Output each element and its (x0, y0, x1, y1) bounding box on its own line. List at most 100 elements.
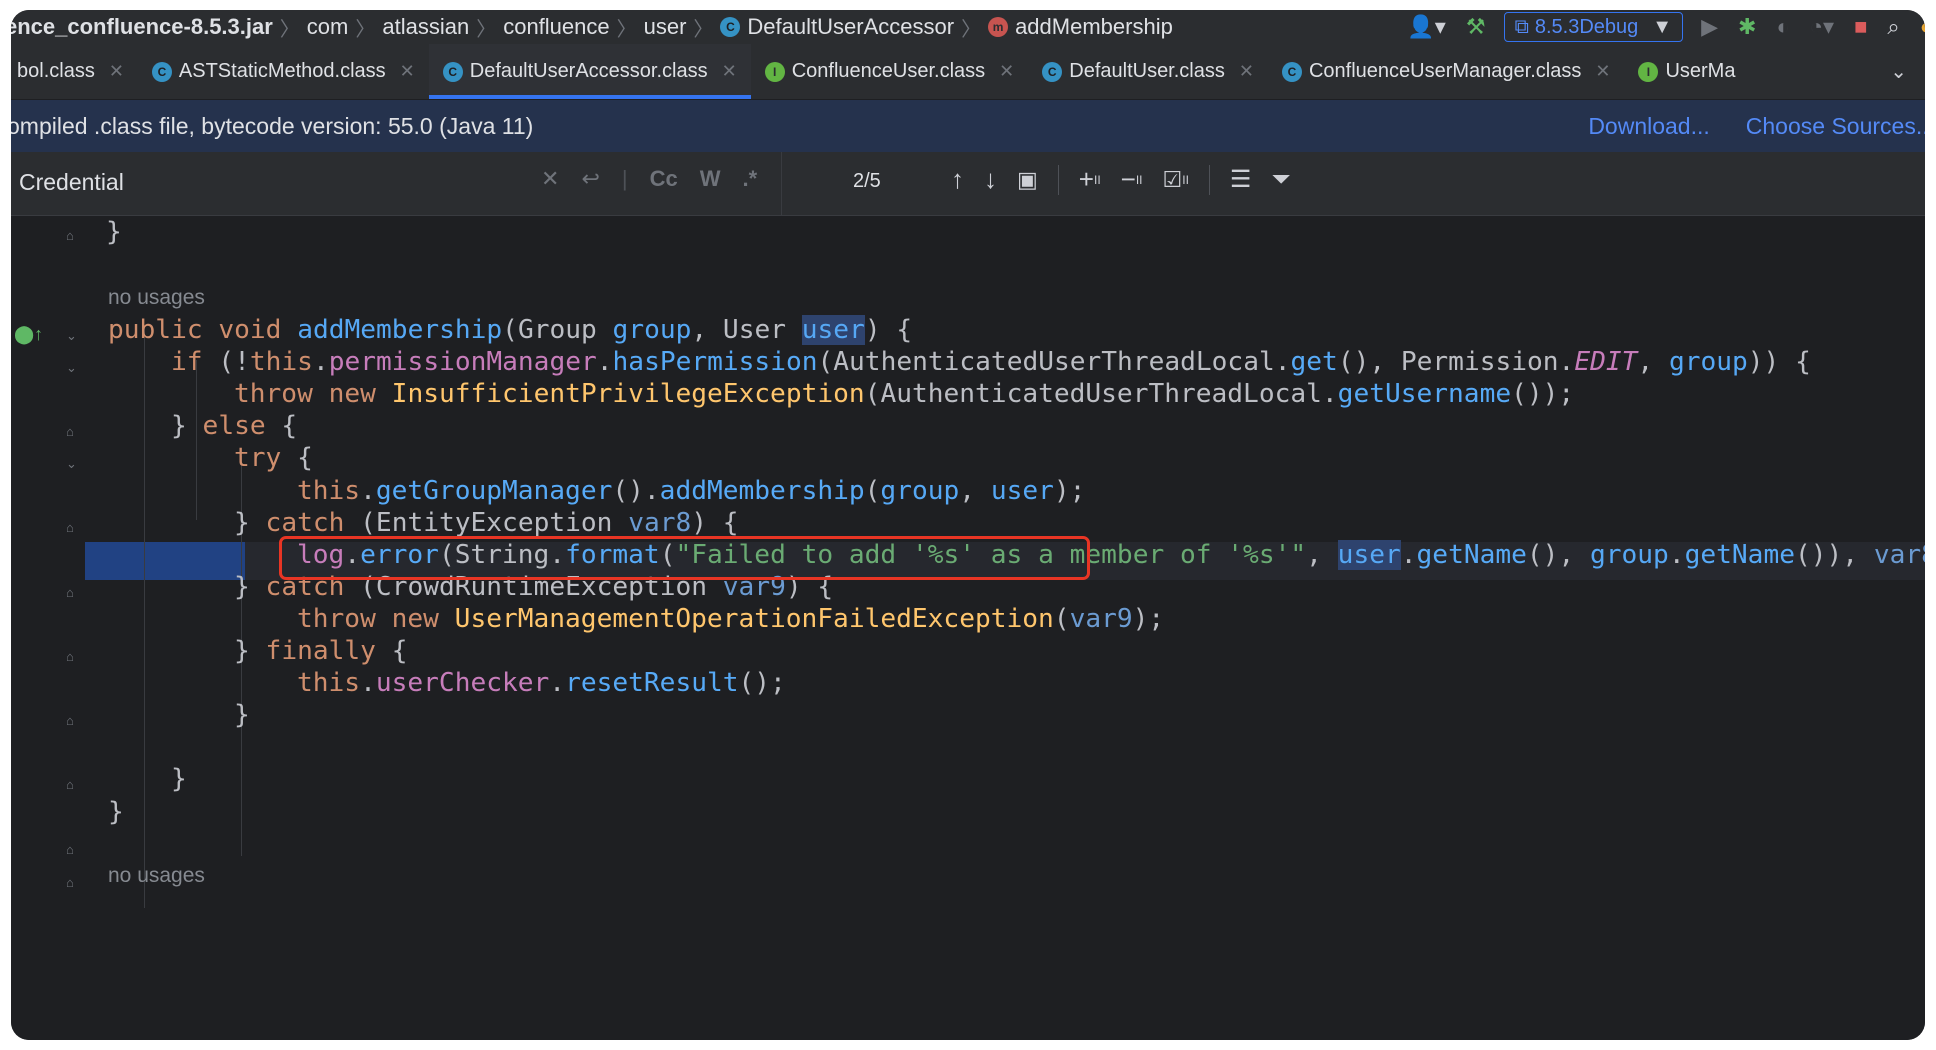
ide-window: ence_confluence-8.5.3.jar 〉 com 〉 atlass… (11, 10, 1925, 1040)
tab-label: ASTStaticMethod.class (178, 60, 386, 82)
toolbar-separator: | (621, 166, 628, 191)
match-case-toggle[interactable]: Cc (650, 166, 678, 192)
highlight-annotation-box (279, 536, 1090, 580)
navigation-bar: ence_confluence-8.5.3.jar 〉 com 〉 atlass… (11, 10, 1925, 45)
class-icon: C (1281, 61, 1302, 82)
choose-sources-link[interactable]: Choose Sources... (1746, 113, 1925, 140)
code-line: } (171, 764, 187, 794)
code-line: } (106, 217, 122, 247)
tab-defaultuseraccessor-class[interactable]: C DefaultUserAccessor.class ✕ (428, 44, 751, 99)
tab-aststaticmethod-class[interactable]: C ASTStaticMethod.class ✕ (138, 44, 429, 99)
breadcrumb-jar[interactable]: ence_confluence-8.5.3.jar (11, 14, 273, 40)
close-icon[interactable]: ✕ (1239, 61, 1254, 82)
code-line: this.userChecker.resetResult(); (297, 668, 786, 698)
run-icon[interactable]: ▶ (1701, 14, 1718, 40)
breadcrumb-method-label: addMembership (1015, 14, 1173, 39)
search-context-icon[interactable]: ☰ (1230, 165, 1252, 194)
breadcrumb-package-atlassian[interactable]: atlassian (382, 14, 469, 40)
class-icon: C (442, 61, 463, 82)
tab-userma[interactable]: I UserMa (1624, 44, 1749, 99)
tab-confluenceusermanager-class[interactable]: C ConfluenceUserManager.class ✕ (1268, 44, 1624, 99)
tabs-overflow-chevron-icon[interactable]: ⌄ (1872, 44, 1925, 99)
breadcrumb-class-label: DefaultUserAccessor (747, 14, 955, 39)
coverage-icon[interactable]: ◐ (1776, 14, 1789, 40)
chevron-right-icon: 〉 (693, 18, 714, 41)
open-in-window-icon[interactable]: ▣ (1017, 167, 1038, 193)
tab-confluenceuser-class[interactable]: I ConfluenceUser.class ✕ (751, 44, 1029, 99)
code-line: throw new UserManagementOperationFailedE… (297, 604, 1165, 634)
method-name: addMembership (297, 315, 503, 345)
breadcrumb-class[interactable]: C DefaultUserAccessor (720, 14, 954, 40)
chevron-right-icon: 〉 (961, 18, 982, 41)
usage-hint: no usages (108, 864, 205, 887)
interface-icon: I (1638, 61, 1659, 82)
search-options: ✕ ↩ | Cc W .* (541, 166, 779, 192)
regex-toggle[interactable]: .* (742, 166, 757, 192)
select-all-occurrences-icon[interactable]: ☑ II (1163, 167, 1189, 193)
tab-label: ConfluenceUser.class (791, 60, 986, 82)
find-bar: ✕ ↩ | Cc W .* 2/5 ↑ ↓ ▣ +II −II ☑II ☰ ⏷ (11, 152, 1925, 216)
breadcrumb-method[interactable]: m addMembership (988, 14, 1173, 40)
breadcrumb-package-confluence[interactable]: confluence (503, 14, 609, 40)
breadcrumb-package-user[interactable]: user (644, 14, 687, 40)
editor-tabs: bol.class ✕ C ASTStaticMethod.class ✕ C … (11, 44, 1925, 100)
history-icon[interactable]: ↩ (581, 166, 599, 192)
update-icon[interactable]: ● (1920, 14, 1925, 40)
separator (1057, 164, 1059, 195)
tab-label: DefaultUser.class (1069, 60, 1225, 82)
clear-icon[interactable]: ✕ (541, 166, 559, 192)
debug-config-icon: ⧉ (1514, 15, 1529, 38)
search-input[interactable] (17, 168, 441, 197)
run-configuration-label: 8.5.3Debug (1534, 15, 1639, 38)
user-dropdown-icon[interactable]: 👤▾ (1407, 14, 1445, 40)
code-line: throw new InsufficientPrivilegeException… (234, 379, 1575, 409)
breadcrumb: ence_confluence-8.5.3.jar 〉 com 〉 atlass… (11, 10, 1173, 44)
filter-icon[interactable]: ⏷ (1271, 166, 1290, 194)
debug-icon[interactable]: ✱ (1738, 14, 1756, 40)
download-sources-link[interactable]: Download... (1588, 113, 1709, 140)
tab-label: ConfluenceUserManager.class (1308, 60, 1582, 82)
close-icon[interactable]: ✕ (109, 61, 124, 82)
breadcrumb-package-com[interactable]: com (307, 14, 349, 40)
separator (1208, 164, 1210, 195)
tab-label: DefaultUserAccessor.class (469, 60, 708, 82)
close-icon[interactable]: ✕ (400, 61, 415, 82)
toolbar-actions: 👤▾ ⚒ ⧉ 8.5.3Debug ▼ ▶ ✱ ◐ ◔▾ ■ ⌕ ● (1397, 10, 1925, 44)
code-content: } no usages public void addMembership(Gr… (11, 216, 1925, 1040)
class-icon: C (151, 61, 172, 82)
tab-label: bol.class (17, 60, 95, 82)
code-editor[interactable]: ⬤↑ ⌂ ⌄ ⌄ ⌂ ⌄ ⌂ ⌂ ⌂ ⌂ ⌂ ⌂ ⌂ } no usages p… (11, 216, 1925, 1040)
find-bar-tools: ↑ ↓ ▣ + II − II ☑ II ☰ ⏷ (951, 164, 1311, 195)
remove-selection-icon[interactable]: − II (1121, 164, 1143, 195)
class-icon: C (1042, 61, 1063, 82)
tab-label: UserMa (1665, 60, 1736, 82)
add-selection-icon[interactable]: + II (1079, 164, 1101, 195)
match-count: 2/5 (853, 170, 881, 192)
chevron-right-icon: 〉 (476, 18, 497, 41)
notice-text: ompiled .class file, bytecode version: 5… (11, 112, 534, 139)
close-icon[interactable]: ✕ (722, 61, 737, 82)
method-icon: m (988, 17, 1009, 37)
code-line: } (108, 797, 124, 827)
tab-defaultuser-class[interactable]: C DefaultUser.class ✕ (1028, 44, 1268, 99)
chevron-right-icon: 〉 (279, 18, 300, 41)
notice-actions: Download... Choose Sources... (1552, 100, 1925, 152)
chevron-right-icon: 〉 (355, 18, 376, 41)
next-occurrence-icon[interactable]: ↓ (984, 164, 997, 195)
run-configuration-select[interactable]: ⧉ 8.5.3Debug ▼ (1503, 12, 1684, 42)
profile-icon[interactable]: ◔▾ (1810, 14, 1834, 40)
previous-occurrence-icon[interactable]: ↑ (951, 164, 964, 195)
close-icon[interactable]: ✕ (999, 61, 1014, 82)
stop-icon[interactable]: ■ (1854, 14, 1867, 40)
tab-bol-class[interactable]: bol.class ✕ (11, 44, 138, 99)
close-icon[interactable]: ✕ (1595, 61, 1610, 82)
code-line: } (234, 700, 250, 730)
interface-icon: I (764, 61, 785, 82)
chevron-right-icon: 〉 (616, 18, 637, 41)
build-hammer-icon[interactable]: ⚒ (1466, 14, 1486, 40)
whole-words-toggle[interactable]: W (700, 166, 721, 192)
decompiled-notice-banner: ompiled .class file, bytecode version: 5… (11, 100, 1925, 152)
search-icon[interactable]: ⌕ (1887, 14, 1899, 40)
find-bar-divider (781, 152, 782, 215)
class-icon: C (720, 17, 741, 37)
